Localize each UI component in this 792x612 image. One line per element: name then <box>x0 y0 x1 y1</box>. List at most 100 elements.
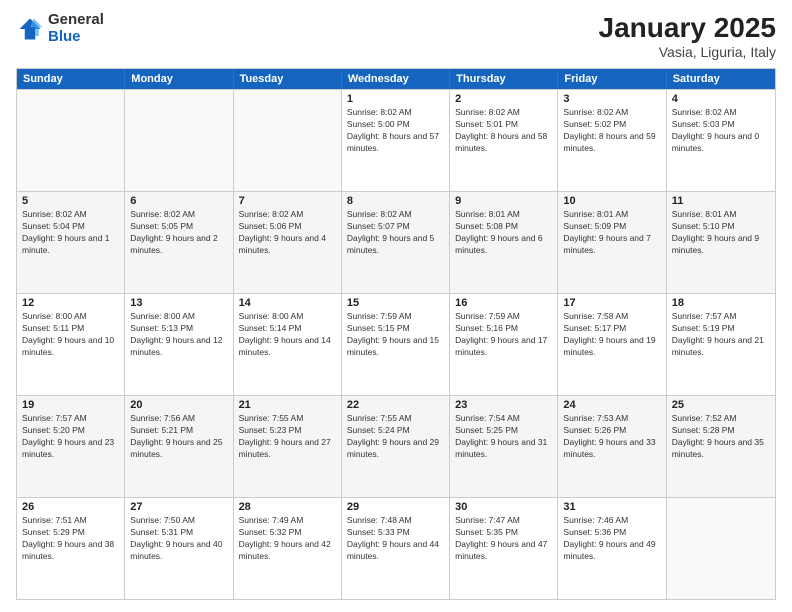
cell-day-number: 14 <box>239 297 336 309</box>
cell-day-number: 16 <box>455 297 552 309</box>
calendar-row-5: 26 Sunrise: 7:51 AM Sunset: 5:29 PM Dayli… <box>17 497 775 599</box>
calendar-cell: 19 Sunrise: 7:57 AM Sunset: 5:20 PM Dayli… <box>17 396 125 497</box>
calendar-cell: 13Sunrise: 8:00 AM Sunset: 5:13 PM Dayli… <box>125 294 233 395</box>
calendar-cell: 21 Sunrise: 7:55 AM Sunset: 5:23 PM Dayli… <box>234 396 342 497</box>
calendar-row-3: 12Sunrise: 8:00 AM Sunset: 5:11 PM Dayli… <box>17 293 775 395</box>
header: General Blue January 2025 Vasia, Liguria… <box>16 12 776 60</box>
cell-day-number: 21 <box>239 399 336 411</box>
calendar-cell: 27 Sunrise: 7:50 AM Sunset: 5:31 PM Dayli… <box>125 498 233 599</box>
cell-info: Sunrise: 7:58 AM Sunset: 5:17 PM Dayligh… <box>563 311 660 359</box>
cell-info: Sunrise: 7:57 AM Sunset: 5:19 PM Dayligh… <box>672 311 770 359</box>
cell-info: Sunrise: 7:50 AM Sunset: 5:31 PM Dayligh… <box>130 515 227 563</box>
cell-info: Sunrise: 7:47 AM Sunset: 5:35 PM Dayligh… <box>455 515 552 563</box>
calendar-cell: 7Sunrise: 8:02 AM Sunset: 5:06 PM Daylig… <box>234 192 342 293</box>
calendar-cell: 23 Sunrise: 7:54 AM Sunset: 5:25 PM Dayli… <box>450 396 558 497</box>
logo: General Blue <box>16 12 104 45</box>
calendar-cell: 11Sunrise: 8:01 AM Sunset: 5:10 PM Dayli… <box>667 192 775 293</box>
cell-info: Sunrise: 8:02 AM Sunset: 5:00 PM Dayligh… <box>347 107 444 155</box>
cell-info: Sunrise: 8:02 AM Sunset: 5:01 PM Dayligh… <box>455 107 552 155</box>
cell-info: Sunrise: 7:52 AM Sunset: 5:28 PM Dayligh… <box>672 413 770 461</box>
month-title: January 2025 <box>599 12 776 44</box>
cell-info: Sunrise: 8:02 AM Sunset: 5:04 PM Dayligh… <box>22 209 119 257</box>
calendar-cell: 12Sunrise: 8:00 AM Sunset: 5:11 PM Dayli… <box>17 294 125 395</box>
cell-day-number: 8 <box>347 195 444 207</box>
calendar-cell: 6Sunrise: 8:02 AM Sunset: 5:05 PM Daylig… <box>125 192 233 293</box>
cell-info: Sunrise: 8:02 AM Sunset: 5:06 PM Dayligh… <box>239 209 336 257</box>
cell-info: Sunrise: 8:02 AM Sunset: 5:07 PM Dayligh… <box>347 209 444 257</box>
cell-day-number: 18 <box>672 297 770 309</box>
calendar-cell <box>234 90 342 191</box>
calendar-cell <box>125 90 233 191</box>
calendar-cell <box>667 498 775 599</box>
cell-day-number: 9 <box>455 195 552 207</box>
cell-day-number: 3 <box>563 93 660 105</box>
page: General Blue January 2025 Vasia, Liguria… <box>0 0 792 612</box>
cell-day-number: 20 <box>130 399 227 411</box>
calendar-cell: 5 Sunrise: 8:02 AM Sunset: 5:04 PM Daylig… <box>17 192 125 293</box>
header-thursday: Thursday <box>450 69 558 89</box>
cell-day-number: 22 <box>347 399 444 411</box>
calendar-row-1: 1 Sunrise: 8:02 AM Sunset: 5:00 PM Daylig… <box>17 89 775 191</box>
cell-day-number: 10 <box>563 195 660 207</box>
cell-info: Sunrise: 7:53 AM Sunset: 5:26 PM Dayligh… <box>563 413 660 461</box>
cell-day-number: 24 <box>563 399 660 411</box>
cell-day-number: 6 <box>130 195 227 207</box>
cell-day-number: 26 <box>22 501 119 513</box>
cell-info: Sunrise: 8:00 AM Sunset: 5:14 PM Dayligh… <box>239 311 336 359</box>
cell-info: Sunrise: 7:57 AM Sunset: 5:20 PM Dayligh… <box>22 413 119 461</box>
title-block: January 2025 Vasia, Liguria, Italy <box>599 12 776 60</box>
cell-info: Sunrise: 7:51 AM Sunset: 5:29 PM Dayligh… <box>22 515 119 563</box>
cell-info: Sunrise: 8:00 AM Sunset: 5:13 PM Dayligh… <box>130 311 227 359</box>
cell-info: Sunrise: 7:54 AM Sunset: 5:25 PM Dayligh… <box>455 413 552 461</box>
cell-info: Sunrise: 7:48 AM Sunset: 5:33 PM Dayligh… <box>347 515 444 563</box>
logo-general: General <box>48 11 104 28</box>
cell-day-number: 31 <box>563 501 660 513</box>
cell-day-number: 23 <box>455 399 552 411</box>
cell-info: Sunrise: 8:02 AM Sunset: 5:03 PM Dayligh… <box>672 107 770 155</box>
cell-day-number: 5 <box>22 195 119 207</box>
calendar-cell: 28 Sunrise: 7:49 AM Sunset: 5:32 PM Dayli… <box>234 498 342 599</box>
cell-info: Sunrise: 7:49 AM Sunset: 5:32 PM Dayligh… <box>239 515 336 563</box>
header-friday: Friday <box>558 69 666 89</box>
logo-blue: Blue <box>48 28 81 45</box>
calendar-cell: 29 Sunrise: 7:48 AM Sunset: 5:33 PM Dayli… <box>342 498 450 599</box>
cell-day-number: 28 <box>239 501 336 513</box>
calendar-cell: 25 Sunrise: 7:52 AM Sunset: 5:28 PM Dayli… <box>667 396 775 497</box>
cell-day-number: 27 <box>130 501 227 513</box>
cell-day-number: 30 <box>455 501 552 513</box>
calendar-cell: 24 Sunrise: 7:53 AM Sunset: 5:26 PM Dayli… <box>558 396 666 497</box>
calendar-cell: 14 Sunrise: 8:00 AM Sunset: 5:14 PM Dayli… <box>234 294 342 395</box>
cell-info: Sunrise: 8:02 AM Sunset: 5:02 PM Dayligh… <box>563 107 660 155</box>
calendar-cell: 17Sunrise: 7:58 AM Sunset: 5:17 PM Dayli… <box>558 294 666 395</box>
header-saturday: Saturday <box>667 69 775 89</box>
cell-info: Sunrise: 7:59 AM Sunset: 5:16 PM Dayligh… <box>455 311 552 359</box>
header-monday: Monday <box>125 69 233 89</box>
calendar-cell: 1 Sunrise: 8:02 AM Sunset: 5:00 PM Daylig… <box>342 90 450 191</box>
calendar-cell: 3 Sunrise: 8:02 AM Sunset: 5:02 PM Daylig… <box>558 90 666 191</box>
cell-info: Sunrise: 7:56 AM Sunset: 5:21 PM Dayligh… <box>130 413 227 461</box>
cell-info: Sunrise: 7:55 AM Sunset: 5:23 PM Dayligh… <box>239 413 336 461</box>
header-wednesday: Wednesday <box>342 69 450 89</box>
cell-info: Sunrise: 7:46 AM Sunset: 5:36 PM Dayligh… <box>563 515 660 563</box>
cell-info: Sunrise: 8:01 AM Sunset: 5:10 PM Dayligh… <box>672 209 770 257</box>
logo-icon <box>16 15 44 43</box>
cell-day-number: 25 <box>672 399 770 411</box>
cell-day-number: 2 <box>455 93 552 105</box>
calendar-cell: 9 Sunrise: 8:01 AM Sunset: 5:08 PM Daylig… <box>450 192 558 293</box>
calendar-body: 1 Sunrise: 8:02 AM Sunset: 5:00 PM Daylig… <box>17 89 775 599</box>
calendar-row-4: 19 Sunrise: 7:57 AM Sunset: 5:20 PM Dayli… <box>17 395 775 497</box>
calendar-cell: 18 Sunrise: 7:57 AM Sunset: 5:19 PM Dayli… <box>667 294 775 395</box>
cell-info: Sunrise: 7:55 AM Sunset: 5:24 PM Dayligh… <box>347 413 444 461</box>
cell-info: Sunrise: 8:00 AM Sunset: 5:11 PM Dayligh… <box>22 311 119 359</box>
cell-day-number: 19 <box>22 399 119 411</box>
cell-day-number: 1 <box>347 93 444 105</box>
calendar: Sunday Monday Tuesday Wednesday Thursday… <box>16 68 776 600</box>
calendar-cell: 10 Sunrise: 8:01 AM Sunset: 5:09 PM Dayli… <box>558 192 666 293</box>
cell-day-number: 4 <box>672 93 770 105</box>
cell-info: Sunrise: 8:01 AM Sunset: 5:08 PM Dayligh… <box>455 209 552 257</box>
cell-day-number: 15 <box>347 297 444 309</box>
cell-day-number: 29 <box>347 501 444 513</box>
logo-text: General Blue <box>48 12 104 45</box>
cell-info: Sunrise: 8:01 AM Sunset: 5:09 PM Dayligh… <box>563 209 660 257</box>
calendar-cell: 26 Sunrise: 7:51 AM Sunset: 5:29 PM Dayli… <box>17 498 125 599</box>
